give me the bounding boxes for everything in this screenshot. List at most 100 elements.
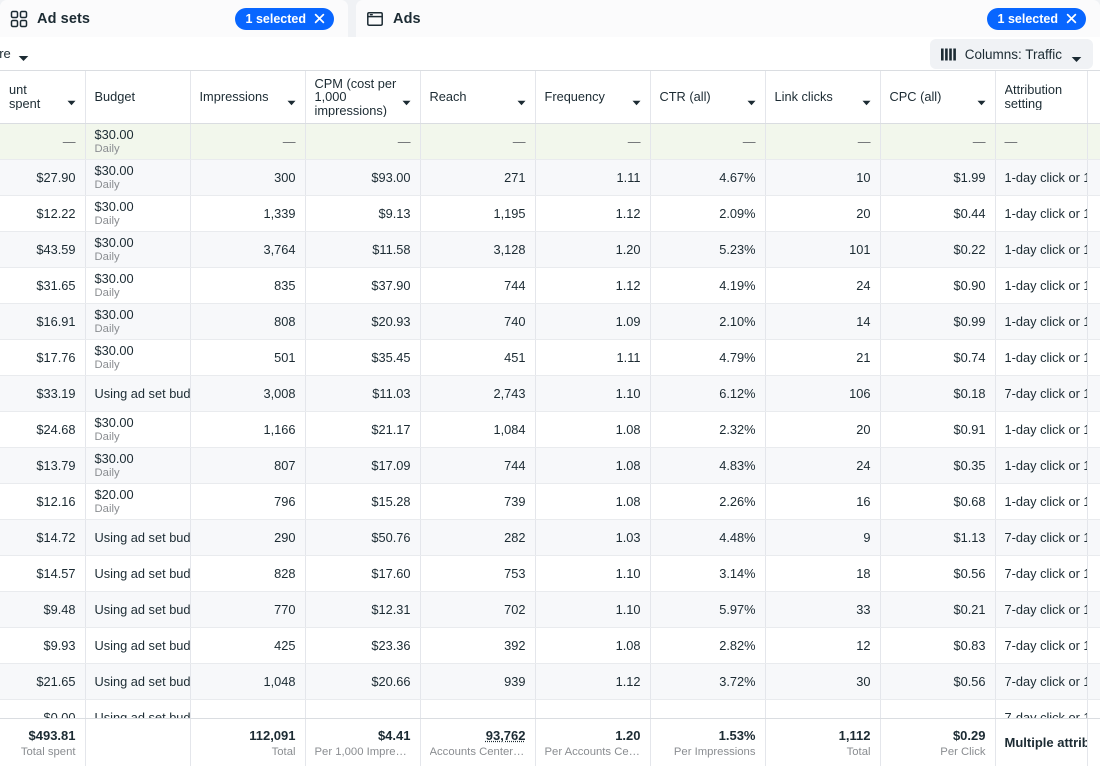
total-link-clicks: 1,112 Total (765, 719, 881, 766)
cell-link-clicks-value: 24 (856, 457, 871, 473)
chevron-down-icon[interactable] (747, 94, 756, 105)
chevron-down-icon[interactable] (67, 94, 76, 105)
cell-amount-spent-value: $16.91 (36, 313, 76, 329)
table-row[interactable]: $17.76 $30.00 Daily 501 $35.45 451 1.11 4.79% 21… (0, 339, 1100, 376)
more-menu-button[interactable]: ore (0, 46, 29, 61)
cell-attribution: 1-day click or 1… (995, 483, 1088, 520)
cell-reach: 744 (420, 267, 536, 304)
cell-impressions-value: 1,166 (263, 421, 296, 437)
tab-ads[interactable]: Ads 1 selected (356, 0, 1100, 37)
table-row[interactable]: $9.93 Using ad set bud… 425 $23.36 392 1.08 2.… (0, 627, 1100, 664)
chevron-down-icon[interactable] (402, 94, 411, 105)
close-icon[interactable] (1065, 12, 1078, 25)
tab-ad-sets[interactable]: Ad sets 1 selected (0, 0, 348, 37)
cell-budget: $30.00 Daily (85, 123, 191, 160)
cell-frequency-value: 1.10 (615, 601, 641, 617)
cell-impressions: 796 (190, 483, 306, 520)
cell-overflow (1087, 231, 1100, 268)
cell-ctr: 2.32% (650, 411, 766, 448)
chevron-down-icon[interactable] (632, 94, 641, 105)
cell-link-clicks-value: 106 (849, 385, 871, 401)
cell-cpc-value: $0.99 (953, 313, 986, 329)
cell-ctr: 4.83% (650, 447, 766, 484)
cell-reach-value: 1,084 (493, 421, 526, 437)
cell-reach: 3,128 (420, 231, 536, 268)
cell-cpc: $0.91 (880, 411, 996, 448)
cell-amount-spent: — (0, 123, 86, 160)
cell-reach: 1,195 (420, 195, 536, 232)
col-header-reach[interactable]: Reach (420, 71, 536, 124)
col-header-link-clicks[interactable]: Link clicks (765, 71, 881, 124)
table-row[interactable]: $14.57 Using ad set bud… 828 $17.60 753 1.10 3… (0, 555, 1100, 592)
total-cpc: $0.29 Per Click (880, 719, 996, 766)
cell-frequency-value: 1.12 (615, 673, 641, 689)
col-header-amount-spent[interactable]: unt spent (0, 71, 86, 124)
table-row[interactable]: $43.59 $30.00 Daily 3,764 $11.58 3,128 1.20 5.2… (0, 231, 1100, 268)
table-row[interactable]: $21.65 Using ad set bud… 1,048 $20.66 939 1.1… (0, 663, 1100, 700)
cell-budget-value: $30.00 (94, 414, 134, 430)
cell-cpc: $0.56 (880, 663, 996, 700)
cell-impressions: 1,166 (190, 411, 306, 448)
close-icon[interactable] (313, 12, 326, 25)
cell-ctr: — (650, 123, 766, 160)
ad-sets-selected-pill[interactable]: 1 selected (234, 7, 334, 30)
cell-reach: 739 (420, 483, 536, 520)
cell-impressions-value: 290 (274, 529, 296, 545)
col-header-impressions[interactable]: Impressions (190, 71, 306, 124)
total-frequency-value: 1.20 (615, 727, 641, 743)
col-header-cpm[interactable]: CPM (cost per 1,000 impressions) (305, 71, 421, 124)
chevron-down-icon[interactable] (862, 94, 871, 105)
cell-amount-spent-value: — (62, 133, 76, 149)
cell-link-clicks: 9 (765, 519, 881, 556)
table-row[interactable]: — $30.00 Daily — — — — — — — — (0, 123, 1100, 160)
total-ctr-value: 1.53% (718, 727, 756, 743)
cell-attribution-value: 1-day click or 1… (1004, 457, 1087, 473)
table-row[interactable]: $12.22 $30.00 Daily 1,339 $9.13 1,195 1.12 2.09… (0, 195, 1100, 232)
cell-frequency-value: 1.08 (615, 457, 641, 473)
table-row[interactable]: $12.16 $20.00 Daily 796 $15.28 739 1.08 2.26% 16… (0, 483, 1100, 520)
total-link-clicks-value: 1,112 (838, 727, 871, 743)
table-row[interactable]: $14.72 Using ad set bud… 290 $50.76 282 1.03 4… (0, 519, 1100, 556)
cell-amount-spent: $27.90 (0, 159, 86, 196)
cell-cpm: $93.00 (305, 159, 421, 196)
cell-reach: 2,743 (420, 375, 536, 412)
col-header-ctr[interactable]: CTR (all) (650, 71, 766, 124)
cell-link-clicks-value: 33 (856, 601, 871, 617)
table-row[interactable]: $31.65 $30.00 Daily 835 $37.90 744 1.12 4.19% 24… (0, 267, 1100, 304)
grid-icon (10, 10, 28, 28)
cell-ctr: 2.09% (650, 195, 766, 232)
cell-overflow (1087, 519, 1100, 556)
total-amount-spent-label: Total spent (20, 745, 76, 758)
cell-ctr-value: 4.19% (719, 277, 756, 293)
col-header-frequency[interactable]: Frequency (535, 71, 651, 124)
col-header-budget[interactable]: Budget (85, 71, 191, 124)
table-row[interactable]: $9.48 Using ad set bud… 770 $12.31 702 1.10 5.… (0, 591, 1100, 628)
total-cpm-value: $4.41 (377, 727, 411, 743)
chevron-down-icon[interactable] (977, 94, 986, 105)
table-row[interactable]: $13.79 $30.00 Daily 807 $17.09 744 1.08 4.83% 24… (0, 447, 1100, 484)
chevron-down-icon[interactable] (517, 94, 526, 105)
columns-button[interactable]: Columns: Traffic (929, 39, 1093, 69)
cell-cpm-value: $37.90 (371, 277, 411, 293)
table-row[interactable]: $24.68 $30.00 Daily 1,166 $21.17 1,084 1.08 2.3… (0, 411, 1100, 448)
cell-attribution-value: 1-day click or 1… (1004, 421, 1087, 437)
col-header-cpc[interactable]: CPC (all) (880, 71, 996, 124)
chevron-down-icon[interactable] (287, 94, 296, 105)
ads-selected-pill[interactable]: 1 selected (986, 7, 1086, 30)
cell-budget-value: $30.00 (94, 306, 134, 322)
cell-ctr: 2.10% (650, 303, 766, 340)
cell-cpm: $12.31 (305, 591, 421, 628)
table-row[interactable]: $27.90 $30.00 Daily 300 $93.00 271 1.11 4.67% 10… (0, 159, 1100, 196)
table-row[interactable]: $33.19 Using ad set bud… 3,008 $11.03 2,743 1… (0, 375, 1100, 412)
cell-attribution-value: 1-day click or 1… (1004, 493, 1087, 509)
metrics-table-container[interactable]: unt spent Budget Impressions CPM (cost p… (0, 70, 1100, 766)
cell-budget-sublabel: Daily (94, 286, 120, 299)
cell-budget-value: Using ad set bud… (94, 529, 190, 545)
col-header-attribution-setting[interactable]: Attribution setting (995, 71, 1088, 124)
total-reach-label: Accounts Center acco… (429, 745, 526, 758)
cell-frequency-value: 1.20 (615, 241, 641, 257)
cell-ctr-value: 2.10% (719, 313, 756, 329)
table-row[interactable]: $16.91 $30.00 Daily 808 $20.93 740 1.09 2.10% 14… (0, 303, 1100, 340)
ad-sets-selected-count: 1 selected (245, 11, 306, 26)
cell-attribution-value: — (1004, 133, 1018, 149)
